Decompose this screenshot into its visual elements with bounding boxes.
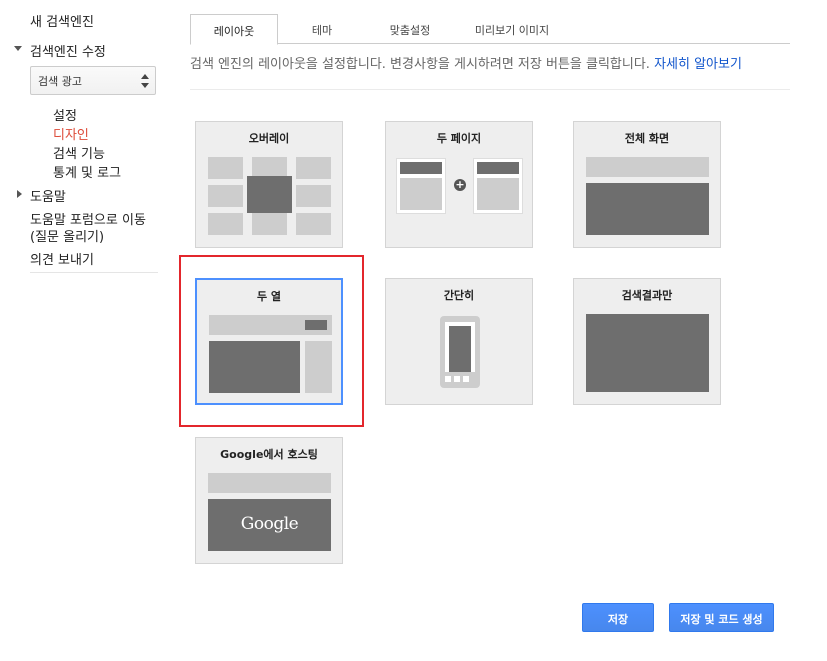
layout-card-full-width[interactable]: 전체 화면 bbox=[573, 121, 721, 248]
sidebar-sub-item-stats-logs[interactable]: 통계 및 로그 bbox=[53, 162, 121, 181]
layout-card-title: 전체 화면 bbox=[624, 132, 670, 145]
save-button[interactable]: 저장 bbox=[582, 603, 654, 632]
engine-select[interactable]: 검색 광고 bbox=[30, 66, 156, 95]
sidebar-sub-item-search-features[interactable]: 검색 기능 bbox=[53, 143, 105, 162]
layout-description: 검색 엔진의 레이아웃을 설정합니다. 변경사항을 게시하려면 저장 버튼을 클… bbox=[190, 53, 742, 72]
sidebar-divider bbox=[30, 272, 158, 273]
layout-card-compact[interactable]: 간단히 bbox=[385, 278, 533, 405]
layout-card-two-page[interactable]: 두 페이지 + bbox=[385, 121, 533, 248]
sidebar-item-help-forum-sub[interactable]: (질문 올리기) bbox=[30, 226, 104, 245]
sidebar-item-help[interactable]: 도움말 bbox=[30, 186, 66, 205]
tab-layout[interactable]: 레이아웃 bbox=[190, 14, 278, 45]
select-arrows-icon bbox=[141, 74, 149, 88]
layout-card-title: 오버레이 bbox=[248, 132, 290, 145]
layout-card-title: Google에서 호스팅 bbox=[220, 448, 318, 461]
layout-card-two-column[interactable]: 두 열 bbox=[195, 278, 343, 405]
tab-theme[interactable]: 테마 bbox=[282, 14, 362, 44]
expand-down-icon[interactable] bbox=[14, 46, 22, 51]
plus-icon: + bbox=[454, 178, 466, 191]
expand-right-icon[interactable] bbox=[17, 190, 22, 198]
save-and-get-code-button[interactable]: 저장 및 코드 생성 bbox=[669, 603, 774, 632]
section-divider bbox=[190, 89, 790, 90]
layout-card-title: 두 페이지 bbox=[436, 132, 482, 145]
layout-card-overlay[interactable]: 오버레이 bbox=[195, 121, 343, 248]
layout-card-results-only[interactable]: 검색결과만 bbox=[573, 278, 721, 405]
layout-card-title: 두 열 bbox=[256, 290, 282, 303]
sidebar-sub-item-design[interactable]: 디자인 bbox=[53, 124, 89, 143]
sidebar-sub-item-settings[interactable]: 설정 bbox=[53, 105, 77, 124]
layout-card-title: 간단히 bbox=[443, 289, 475, 302]
learn-more-link[interactable]: 자세히 알아보기 bbox=[654, 57, 742, 72]
tab-bar: 레이아웃 테마 맞춤설정 미리보기 이미지 bbox=[190, 14, 790, 45]
sidebar-item-edit-engine[interactable]: 검색엔진 수정 bbox=[30, 41, 106, 60]
layout-card-google-hosted[interactable]: Google에서 호스팅 Google bbox=[195, 437, 343, 564]
tab-thumbnail[interactable]: 미리보기 이미지 bbox=[458, 14, 566, 44]
tab-customize[interactable]: 맞춤설정 bbox=[370, 14, 450, 44]
sidebar-item-feedback[interactable]: 의견 보내기 bbox=[30, 249, 94, 268]
layout-card-title: 검색결과만 bbox=[621, 289, 673, 302]
sidebar-item-new-engine[interactable]: 새 검색엔진 bbox=[30, 11, 94, 30]
engine-select-value: 검색 광고 bbox=[38, 75, 82, 88]
description-text: 검색 엔진의 레이아웃을 설정합니다. 변경사항을 게시하려면 저장 버튼을 클… bbox=[190, 57, 650, 72]
google-logo: Google bbox=[208, 499, 331, 551]
